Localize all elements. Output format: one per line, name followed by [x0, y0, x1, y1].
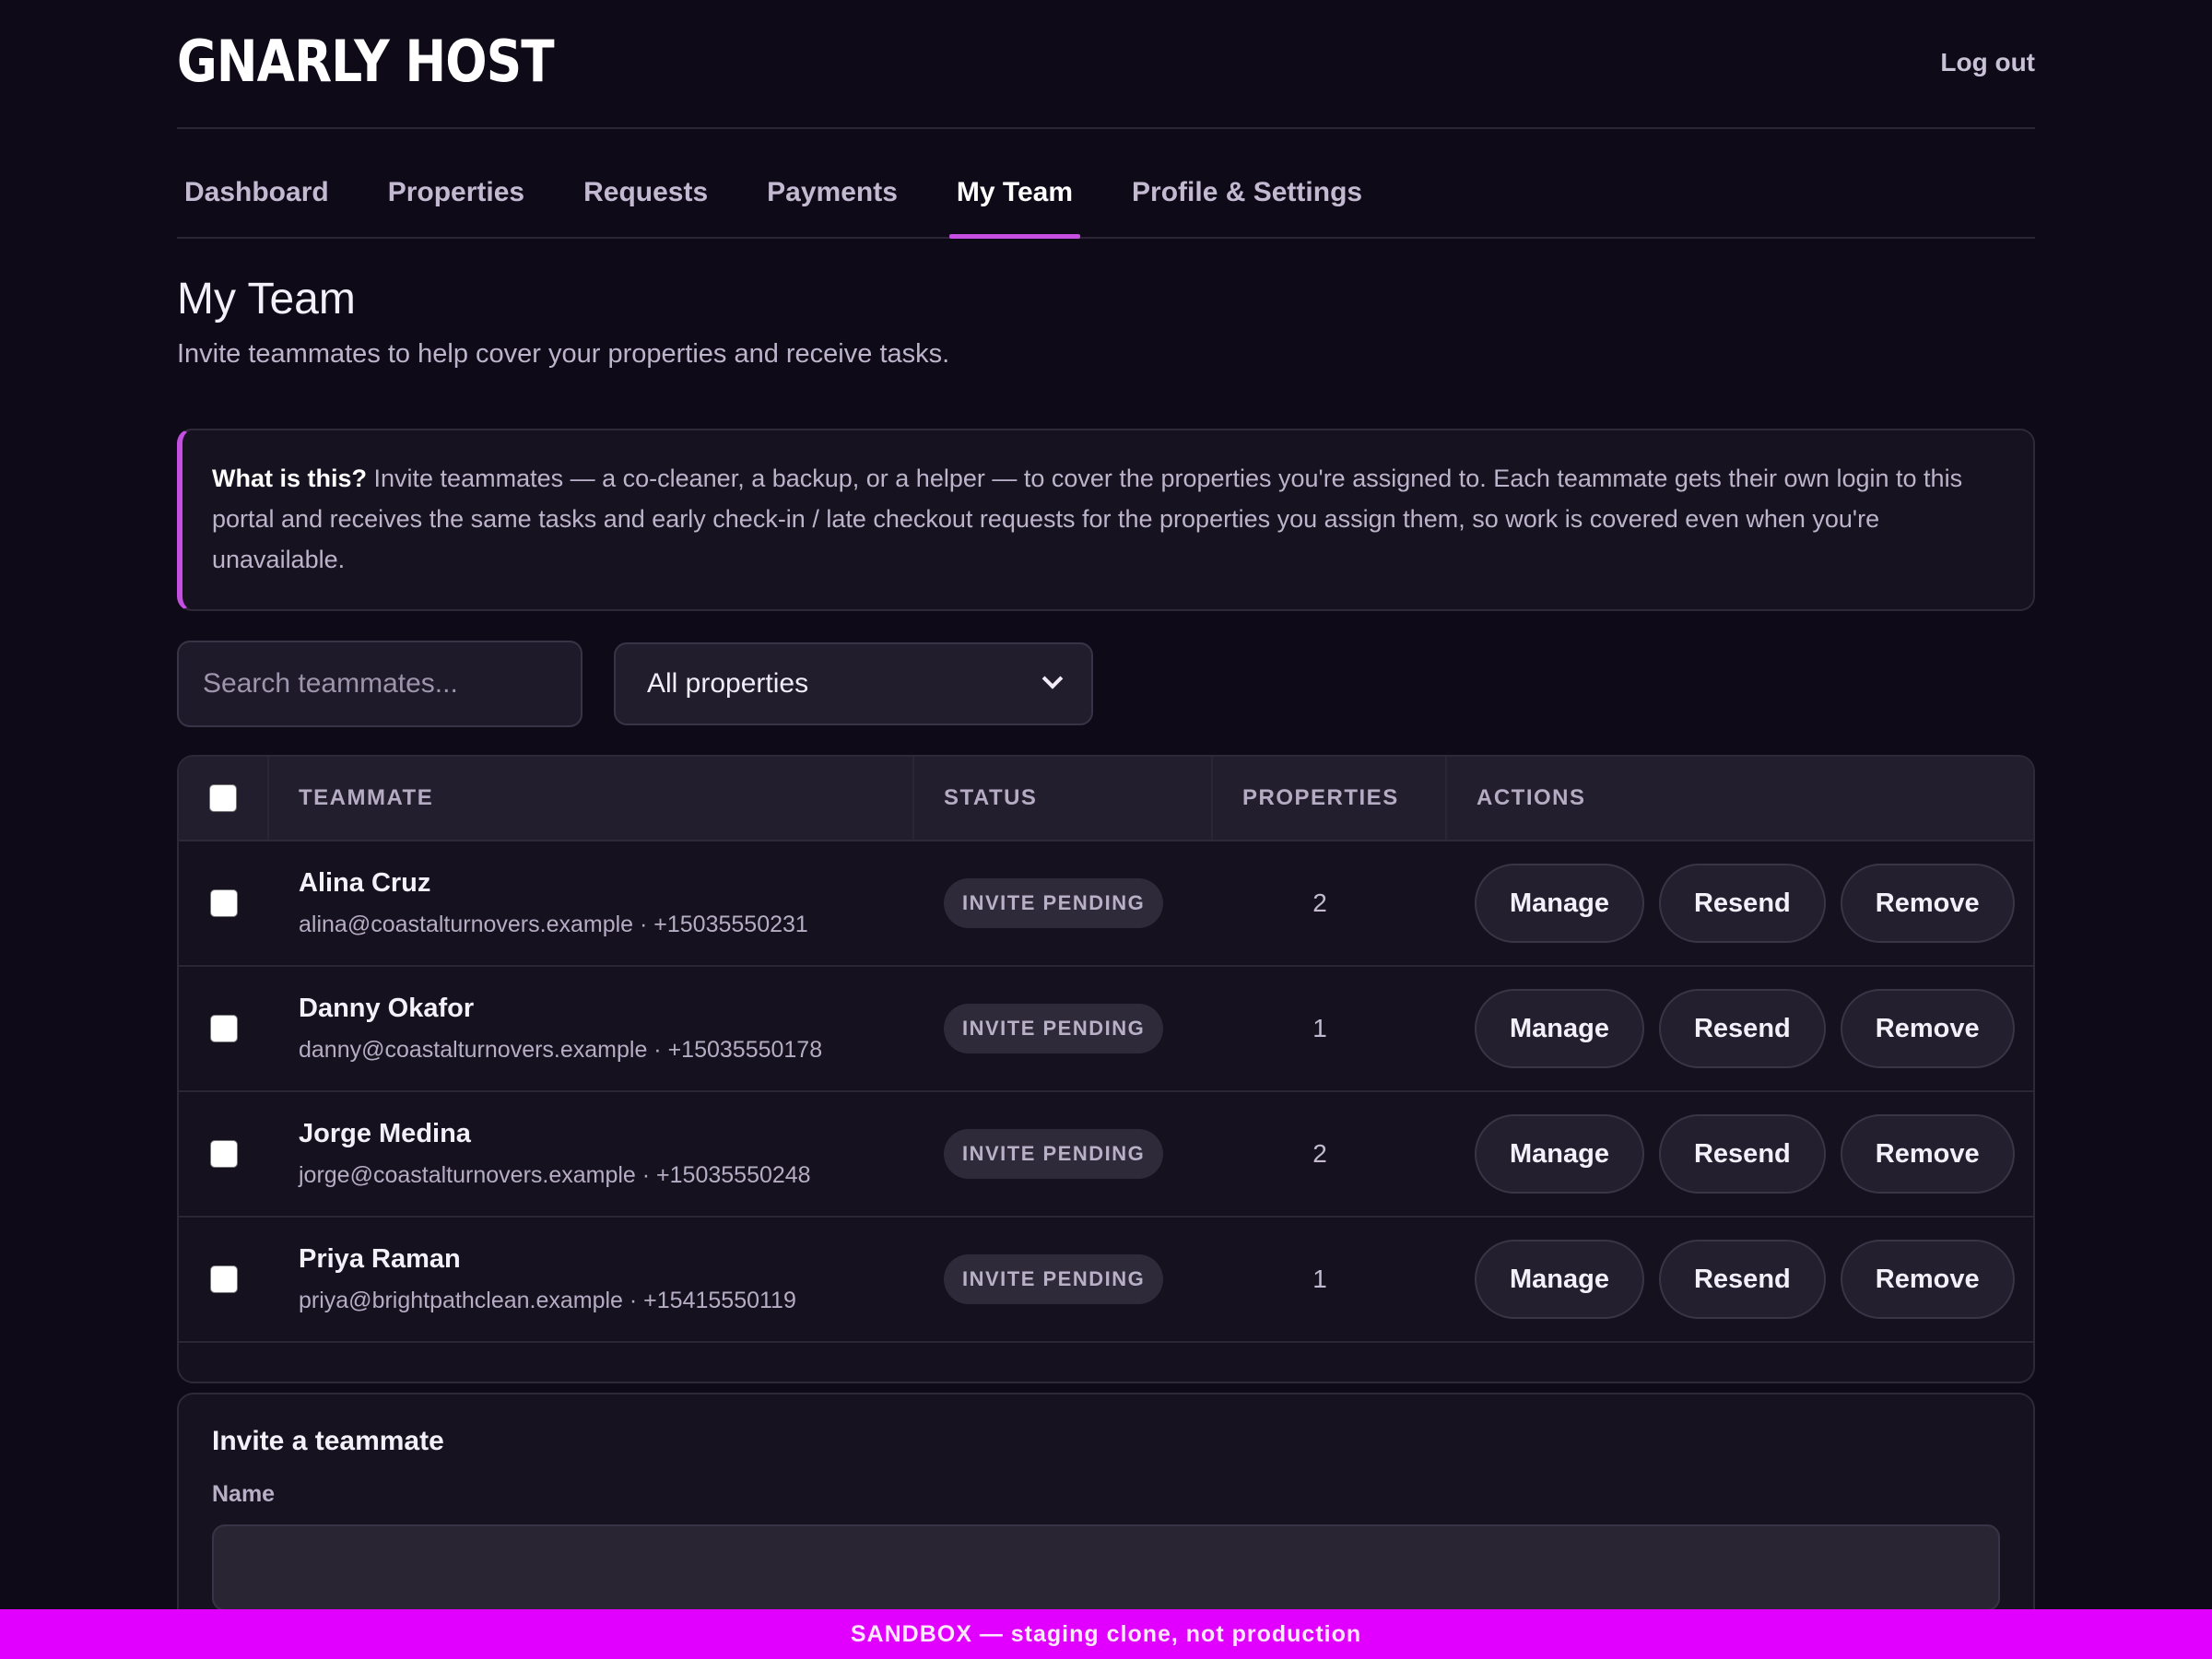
remove-button[interactable]: Remove [1840, 1114, 2015, 1194]
actions-cell: Manage Resend Remove [1447, 1092, 2033, 1216]
resend-button[interactable]: Resend [1658, 864, 1826, 943]
status-badge: INVITE PENDING [944, 1129, 1164, 1179]
header-teammate: TEAMMATE [269, 757, 914, 840]
page-container: GNARLY HOST Log out Dashboard Properties… [177, 0, 2035, 1632]
teammate-name: Jorge Medina [299, 1119, 471, 1148]
teammate-cell: Priya Raman priya@brightpathclean.exampl… [269, 1218, 914, 1341]
select-all-cell [179, 757, 269, 840]
table-row: Alina Cruz alina@coastalturnovers.exampl… [179, 841, 2033, 967]
row-select-cell [179, 841, 269, 965]
status-badge: INVITE PENDING [944, 1004, 1164, 1053]
teammate-contact: priya@brightpathclean.example · +1541555… [299, 1288, 796, 1313]
tab-payments[interactable]: Payments [759, 129, 905, 237]
teammate-cell: Danny Okafor danny@coastalturnovers.exam… [269, 967, 914, 1090]
table-row: Jorge Medina jorge@coastalturnovers.exam… [179, 1092, 2033, 1218]
status-badge: INVITE PENDING [944, 878, 1164, 928]
row-checkbox[interactable] [210, 1140, 238, 1168]
teammate-cell: Jorge Medina jorge@coastalturnovers.exam… [269, 1092, 914, 1216]
remove-button[interactable]: Remove [1840, 989, 2015, 1068]
page-title: My Team [177, 275, 356, 324]
manage-button[interactable]: Manage [1475, 989, 1644, 1068]
row-checkbox[interactable] [210, 1015, 238, 1042]
invite-form: Invite a teammate Name [177, 1393, 2035, 1632]
teammate-cell: Alina Cruz alina@coastalturnovers.exampl… [269, 841, 914, 965]
teammate-name: Priya Raman [299, 1244, 461, 1274]
resend-button[interactable]: Resend [1658, 989, 1826, 1068]
teammate-contact: danny@coastalturnovers.example · +150355… [299, 1037, 823, 1063]
property-select[interactable]: All properties [614, 642, 1093, 725]
teammate-name: Alina Cruz [299, 868, 431, 898]
main-nav: Dashboard Properties Requests Payments M… [177, 129, 2035, 239]
logo: GNARLY HOST [177, 28, 555, 95]
properties-count: 1 [1312, 1265, 1327, 1293]
row-select-cell [179, 967, 269, 1090]
header-actions: ACTIONS [1477, 785, 1586, 810]
header-properties: PROPERTIES [1213, 757, 1447, 840]
filter-bar: All properties [177, 641, 2035, 727]
select-all-checkbox[interactable] [209, 784, 237, 812]
tab-properties[interactable]: Properties [381, 129, 532, 237]
teammate-name: Danny Okafor [299, 994, 475, 1023]
teammate-contact: jorge@coastalturnovers.example · +150355… [299, 1162, 811, 1188]
logout-link[interactable]: Log out [1940, 48, 2035, 77]
resend-button[interactable]: Resend [1658, 1240, 1826, 1319]
table-header: TEAMMATE STATUS PROPERTIES ACTIONS [179, 757, 2033, 841]
properties-count: 2 [1312, 1139, 1327, 1168]
properties-count: 2 [1312, 888, 1327, 917]
name-field[interactable] [212, 1524, 2000, 1611]
tab-requests[interactable]: Requests [576, 129, 715, 237]
top-bar: GNARLY HOST Log out [177, 0, 2035, 129]
property-select-value: All properties [647, 668, 809, 699]
header-status: STATUS [914, 757, 1213, 840]
remove-button[interactable]: Remove [1840, 864, 2015, 943]
info-callout: What is this? Invite teammates — a co-cl… [177, 429, 2035, 611]
status-cell: INVITE PENDING [914, 1092, 1213, 1216]
properties-count: 1 [1312, 1014, 1327, 1042]
search-input[interactable] [177, 641, 582, 727]
row-checkbox[interactable] [210, 889, 238, 917]
invite-title: Invite a teammate [212, 1426, 444, 1456]
row-checkbox[interactable] [210, 1265, 238, 1293]
actions-cell: Manage Resend Remove [1447, 1218, 2033, 1341]
teammate-contact: alina@coastalturnovers.example · +150355… [299, 912, 808, 937]
actions-cell: Manage Resend Remove [1447, 841, 2033, 965]
manage-button[interactable]: Manage [1475, 1114, 1644, 1194]
status-badge: INVITE PENDING [944, 1254, 1164, 1304]
status-cell: INVITE PENDING [914, 841, 1213, 965]
resend-button[interactable]: Resend [1658, 1114, 1826, 1194]
manage-button[interactable]: Manage [1475, 864, 1644, 943]
table-row: Priya Raman priya@brightpathclean.exampl… [179, 1218, 2033, 1343]
actions-cell: Manage Resend Remove [1447, 967, 2033, 1090]
sandbox-banner: SANDBOX — staging clone, not production [0, 1609, 2212, 1659]
tab-my-team[interactable]: My Team [948, 129, 1081, 239]
chevron-down-icon [1041, 668, 1064, 689]
remove-button[interactable]: Remove [1840, 1240, 2015, 1319]
team-table: TEAMMATE STATUS PROPERTIES ACTIONS Alina… [177, 755, 2035, 1383]
info-lead: What is this? [212, 465, 367, 492]
page-subtitle: Invite teammates to help cover your prop… [177, 339, 950, 369]
tab-dashboard[interactable]: Dashboard [177, 129, 336, 237]
name-label: Name [212, 1481, 276, 1507]
row-select-cell [179, 1092, 269, 1216]
row-select-cell [179, 1218, 269, 1341]
status-cell: INVITE PENDING [914, 1218, 1213, 1341]
table-row: Danny Okafor danny@coastalturnovers.exam… [179, 967, 2033, 1092]
status-cell: INVITE PENDING [914, 967, 1213, 1090]
tab-profile-settings[interactable]: Profile & Settings [1124, 129, 1370, 237]
info-text: Invite teammates — a co-cleaner, a backu… [212, 465, 1963, 573]
manage-button[interactable]: Manage [1475, 1240, 1644, 1319]
